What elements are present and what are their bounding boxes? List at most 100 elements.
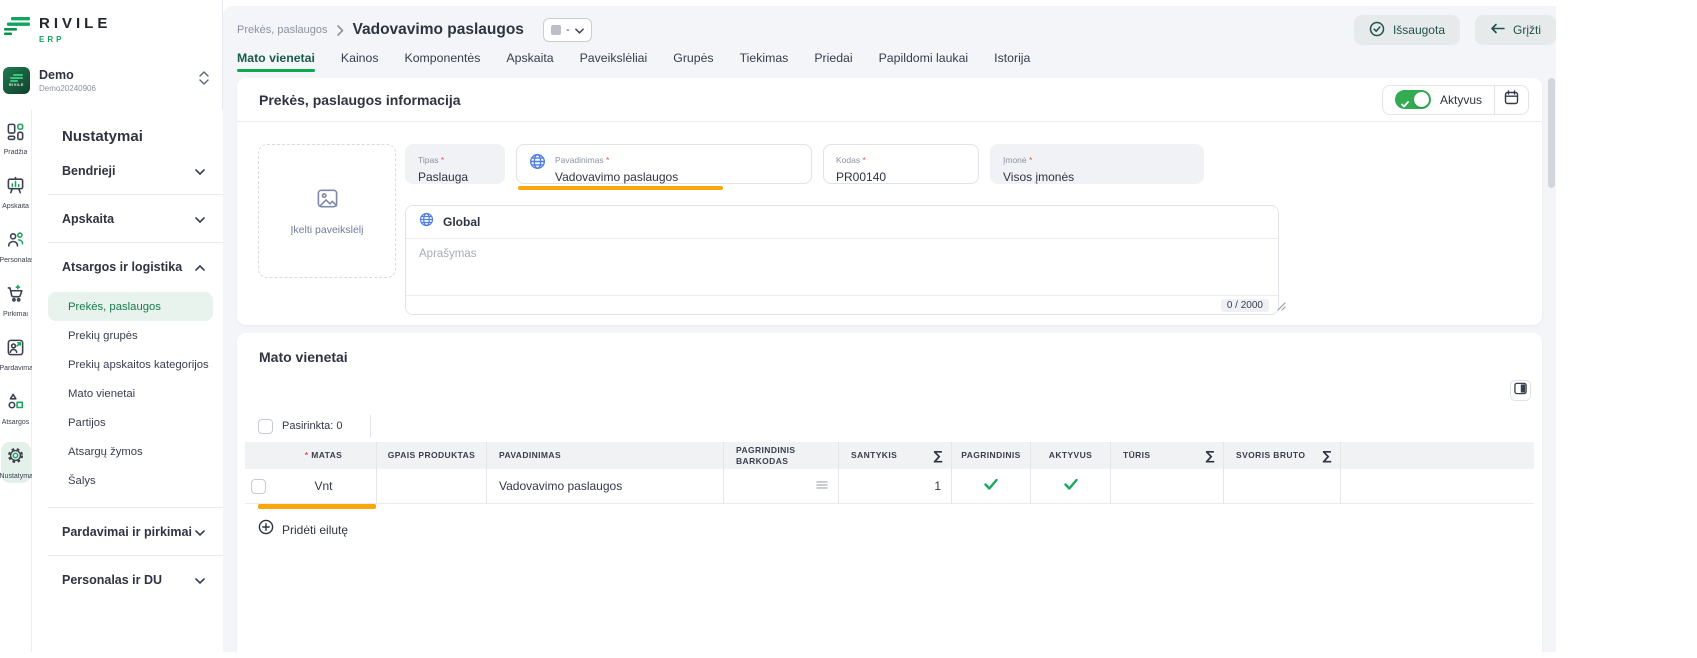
- units-card: Mato vienetai Pasirinkta: 0 * MATAS GPAI…: [237, 333, 1542, 658]
- image-icon: [316, 187, 339, 215]
- tab-priedai[interactable]: Priedai: [814, 51, 852, 71]
- col-aktyvus[interactable]: AKTYVUS: [1030, 442, 1110, 469]
- brand-tagline: ERP: [39, 35, 111, 44]
- saved-button[interactable]: Išsaugota: [1354, 15, 1460, 45]
- sum-icon[interactable]: ∑: [934, 448, 943, 463]
- color-swatch: [551, 25, 561, 35]
- sidebar-item-prekiu-apskaitos-kategorijos[interactable]: Prekių apskaitos kategorijos: [32, 350, 223, 379]
- rail-item-personalas[interactable]: Personalas: [1, 226, 31, 267]
- cell-santykis[interactable]: 1: [838, 469, 951, 504]
- upload-label: Įkelti paveikslėlį: [291, 224, 364, 236]
- add-row-button[interactable]: Pridėti eilutę: [258, 519, 348, 540]
- pavadinimas-field[interactable]: Pavadinimas * Vadovavimo paslaugos: [516, 144, 812, 184]
- tab-papildomi-laukai[interactable]: Papildomi laukai: [879, 51, 969, 71]
- fields-row: Tipas * Paslauga Pavadinimas * Vadovavim…: [405, 144, 1542, 184]
- row-checkbox[interactable]: [251, 479, 266, 494]
- sidebar-item-prekes-paslaugos[interactable]: Prekės, paslaugos: [48, 292, 213, 321]
- sidebar-item-partijos[interactable]: Partijos: [32, 408, 223, 437]
- globe-icon: [419, 212, 434, 232]
- gear-icon: [6, 446, 25, 470]
- workspace-name: Demo: [39, 68, 190, 82]
- sidebar-section-personalas-du[interactable]: Personalas ir DU: [32, 556, 223, 603]
- cell-aktyvus[interactable]: [1030, 469, 1110, 504]
- sidebar-section-pardavimai-pirkimai[interactable]: Pardavimai ir pirkimai: [32, 508, 223, 555]
- col-turis[interactable]: TŪRIS∑: [1110, 442, 1223, 469]
- cell-pavadinimas[interactable]: Vadovavimo paslaugos: [486, 469, 723, 504]
- sum-icon[interactable]: ∑: [1206, 448, 1215, 463]
- status-dropdown[interactable]: -: [543, 18, 592, 42]
- tipas-field[interactable]: Tipas * Paslauga: [405, 144, 505, 184]
- workspace-selector[interactable]: RIVILE Demo Demo20240906: [3, 63, 217, 97]
- vertical-scrollbar[interactable]: [1548, 78, 1555, 652]
- settings-sidebar: Nustatymai Bendrieji Apskaita Atsargos i…: [32, 110, 223, 652]
- tab-apskaita[interactable]: Apskaita: [506, 51, 553, 71]
- select-all-checkbox[interactable]: [258, 419, 273, 434]
- tab-istorija[interactable]: Istorija: [994, 51, 1030, 71]
- rail-item-atsargos[interactable]: Atsargos: [1, 388, 31, 429]
- cell-barkodas[interactable]: [723, 469, 838, 504]
- tab-mato-vienetai[interactable]: Mato vienetai: [237, 51, 315, 71]
- col-svoris-bruto[interactable]: SVORIS BRUTO∑: [1223, 442, 1340, 469]
- dashboard-icon: [6, 122, 25, 146]
- sidebar-item-mato-vienetai[interactable]: Mato vienetai: [32, 379, 223, 408]
- scrollbar-thumb[interactable]: [1548, 78, 1555, 188]
- sidebar-item-salys[interactable]: Šalys: [32, 466, 223, 495]
- col-santykis[interactable]: SANTYKIS∑: [838, 442, 951, 469]
- selection-bar: Pasirinkta: 0: [258, 413, 371, 439]
- sidebar-section-bendrieji[interactable]: Bendrieji: [32, 147, 223, 194]
- tab-kainos[interactable]: Kainos: [341, 51, 379, 71]
- breadcrumb-link[interactable]: Prekės, paslaugos: [237, 24, 328, 36]
- cell-turis[interactable]: [1110, 469, 1223, 504]
- col-pagrindinis[interactable]: PAGRINDINIS: [951, 442, 1030, 469]
- language-group-label: Global: [443, 215, 480, 229]
- cell-gpais[interactable]: [376, 469, 486, 504]
- image-upload-dropzone[interactable]: Įkelti paveikslėlį: [258, 144, 396, 278]
- col-pavadinimas[interactable]: PAVADINIMAS: [486, 442, 723, 469]
- cell-svoris[interactable]: [1223, 469, 1340, 504]
- tab-paveiksleliai[interactable]: Paveikslėliai: [580, 51, 648, 71]
- col-pagrindinis-barkodas[interactable]: PAGRINDINIS BARKODAS: [723, 442, 838, 469]
- back-button[interactable]: Grįžti: [1475, 15, 1556, 45]
- sum-icon[interactable]: ∑: [1323, 448, 1332, 463]
- resize-handle[interactable]: [1277, 298, 1286, 316]
- description-textarea[interactable]: Aprašymas: [406, 239, 1278, 295]
- sidebar-item-prekiu-grupes[interactable]: Prekių grupės: [32, 321, 223, 350]
- people-icon: [6, 230, 25, 254]
- rail-item-pradzia[interactable]: Pradžia: [1, 118, 31, 159]
- sidebar-section-apskaita[interactable]: Apskaita: [32, 195, 223, 242]
- tab-grupes[interactable]: Grupės: [673, 51, 713, 71]
- cell-pagrindinis[interactable]: [951, 469, 1030, 504]
- col-gpais-produktas[interactable]: GPAIS PRODUKTAS: [376, 442, 486, 469]
- active-toggle[interactable]: Aktyvus: [1383, 86, 1494, 114]
- col-matas[interactable]: * MATAS: [271, 442, 376, 469]
- sidebar-item-atsargu-zymos[interactable]: Atsargų žymos: [32, 437, 223, 466]
- rail-item-pardavimai[interactable]: Pardavimai: [1, 334, 31, 375]
- sidebar-title: Nustatymai: [62, 123, 223, 145]
- app-logo[interactable]: RIVILE ERP: [4, 15, 111, 44]
- plus-circle-icon: [258, 519, 274, 540]
- sidebar-section-atsargos-logistika[interactable]: Atsargos ir logistika: [32, 243, 223, 290]
- page-title: Vadovavimo paslaugos: [353, 21, 524, 39]
- char-counter: 0 / 2000: [1221, 299, 1269, 312]
- icon-rail: Pradžia Apskaita Personalas: [0, 110, 32, 652]
- column-settings-button[interactable]: [1510, 380, 1531, 401]
- units-table: * MATAS GPAIS PRODUKTAS PAVADINIMAS PAGR…: [245, 442, 1534, 504]
- person-arrow-icon: [6, 338, 25, 362]
- kodas-field[interactable]: Kodas * PR00140: [823, 144, 979, 184]
- calendar-button[interactable]: [1494, 86, 1528, 114]
- rail-item-pirkimai[interactable]: Pirkimai: [1, 280, 31, 321]
- chevron-updown-icon[interactable]: [199, 71, 209, 90]
- toggle-on-icon[interactable]: [1395, 90, 1431, 109]
- brand-name: RIVILE: [39, 15, 111, 32]
- imone-field[interactable]: Įmonė * Visos įmonės: [990, 144, 1204, 184]
- info-card-title: Prekės, paslaugos informacija: [259, 92, 461, 108]
- rail-item-apskaita[interactable]: Apskaita: [1, 172, 31, 213]
- rail-item-nustatymai[interactable]: Nustatymai: [1, 442, 31, 483]
- tab-komponentes[interactable]: Komponentės: [405, 51, 481, 71]
- cell-matas[interactable]: Vnt: [271, 469, 376, 504]
- header-actions: Išsaugota Grįžti: [1354, 15, 1556, 45]
- tab-tiekimas[interactable]: Tiekimas: [740, 51, 789, 71]
- drag-handle-icon[interactable]: [816, 479, 828, 493]
- unsaved-change-indicator: [518, 186, 723, 190]
- description-group: Global Aprašymas 0 / 2000: [405, 205, 1279, 315]
